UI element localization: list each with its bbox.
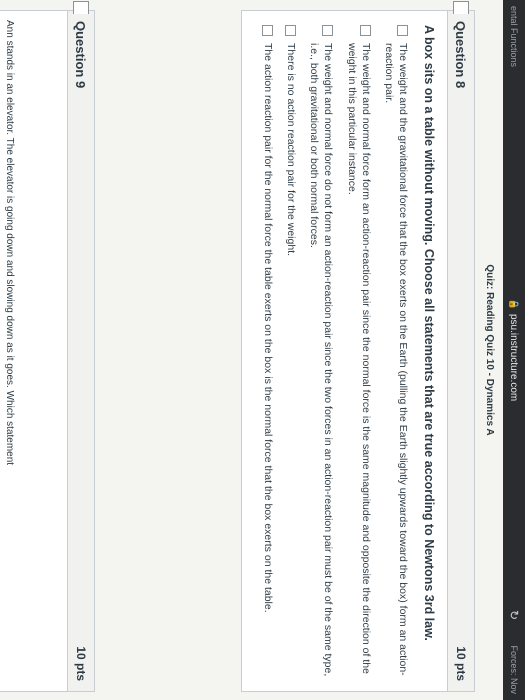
question-9-points: 10 pts: [74, 646, 88, 681]
browser-topbar: ental Functions 🔒 psu.instructure.com ↻ …: [503, 0, 525, 700]
answer-label: There is no action reaction pair for the…: [285, 43, 298, 257]
question-9-prompt-partial: Ann stands in an elevator. The elevator …: [4, 20, 15, 466]
answer-label: The weight and normal force do not form …: [308, 43, 335, 677]
lock-icon: 🔒: [509, 298, 520, 310]
quiz-page: Quiz: Reading Quiz 10 - Dynamics A Quest…: [0, 0, 503, 700]
question-9-title: Question 9: [73, 21, 89, 89]
answer-checkbox[interactable]: [359, 25, 371, 36]
answer-option-1[interactable]: The weight and the gravitational force t…: [382, 25, 410, 677]
flag-question-icon[interactable]: [73, 1, 89, 14]
answer-checkbox[interactable]: [285, 25, 297, 36]
question-8-points: 10 pts: [454, 646, 468, 681]
answer-label: The action reaction pair for the normal …: [261, 43, 274, 613]
answer-option-2[interactable]: The weight and normal force form an acti…: [344, 25, 372, 677]
answer-checkbox[interactable]: [397, 25, 409, 36]
reload-icon[interactable]: ↻: [507, 610, 521, 620]
answer-option-4[interactable]: There is no action reaction pair for the…: [284, 25, 298, 677]
question-8-card: Question 8 10 pts A box sits on a table …: [240, 1, 475, 692]
flag-question-icon[interactable]: [453, 1, 469, 14]
answer-checkbox[interactable]: [322, 25, 334, 36]
question-8-title: Question 8: [453, 21, 469, 89]
background-tab-text: ental Functions: [509, 6, 519, 68]
screenshot-rotated: ental Functions 🔒 psu.instructure.com ↻ …: [0, 0, 525, 700]
answer-option-3[interactable]: The weight and normal force do not form …: [307, 25, 335, 677]
answer-label: The weight and the gravitational force t…: [382, 43, 410, 676]
question-9-header: Question 9 10 pts: [67, 11, 94, 691]
quiz-title: Quiz: Reading Quiz 10 - Dynamics A: [484, 264, 495, 436]
question-8-body: A box sits on a table without moving. Ch…: [242, 11, 447, 691]
question-8-header: Question 8 10 pts: [447, 11, 474, 691]
question-8-prompt: A box sits on a table without moving. Ch…: [422, 25, 436, 641]
answer-label: The weight and normal force form an acti…: [345, 43, 372, 674]
url-text[interactable]: psu.instructure.com: [509, 314, 520, 401]
background-tab-text-right: Forces: Nov: [509, 645, 519, 694]
answer-checkbox[interactable]: [261, 25, 273, 36]
answer-option-5[interactable]: The action reaction pair for the normal …: [261, 25, 275, 677]
